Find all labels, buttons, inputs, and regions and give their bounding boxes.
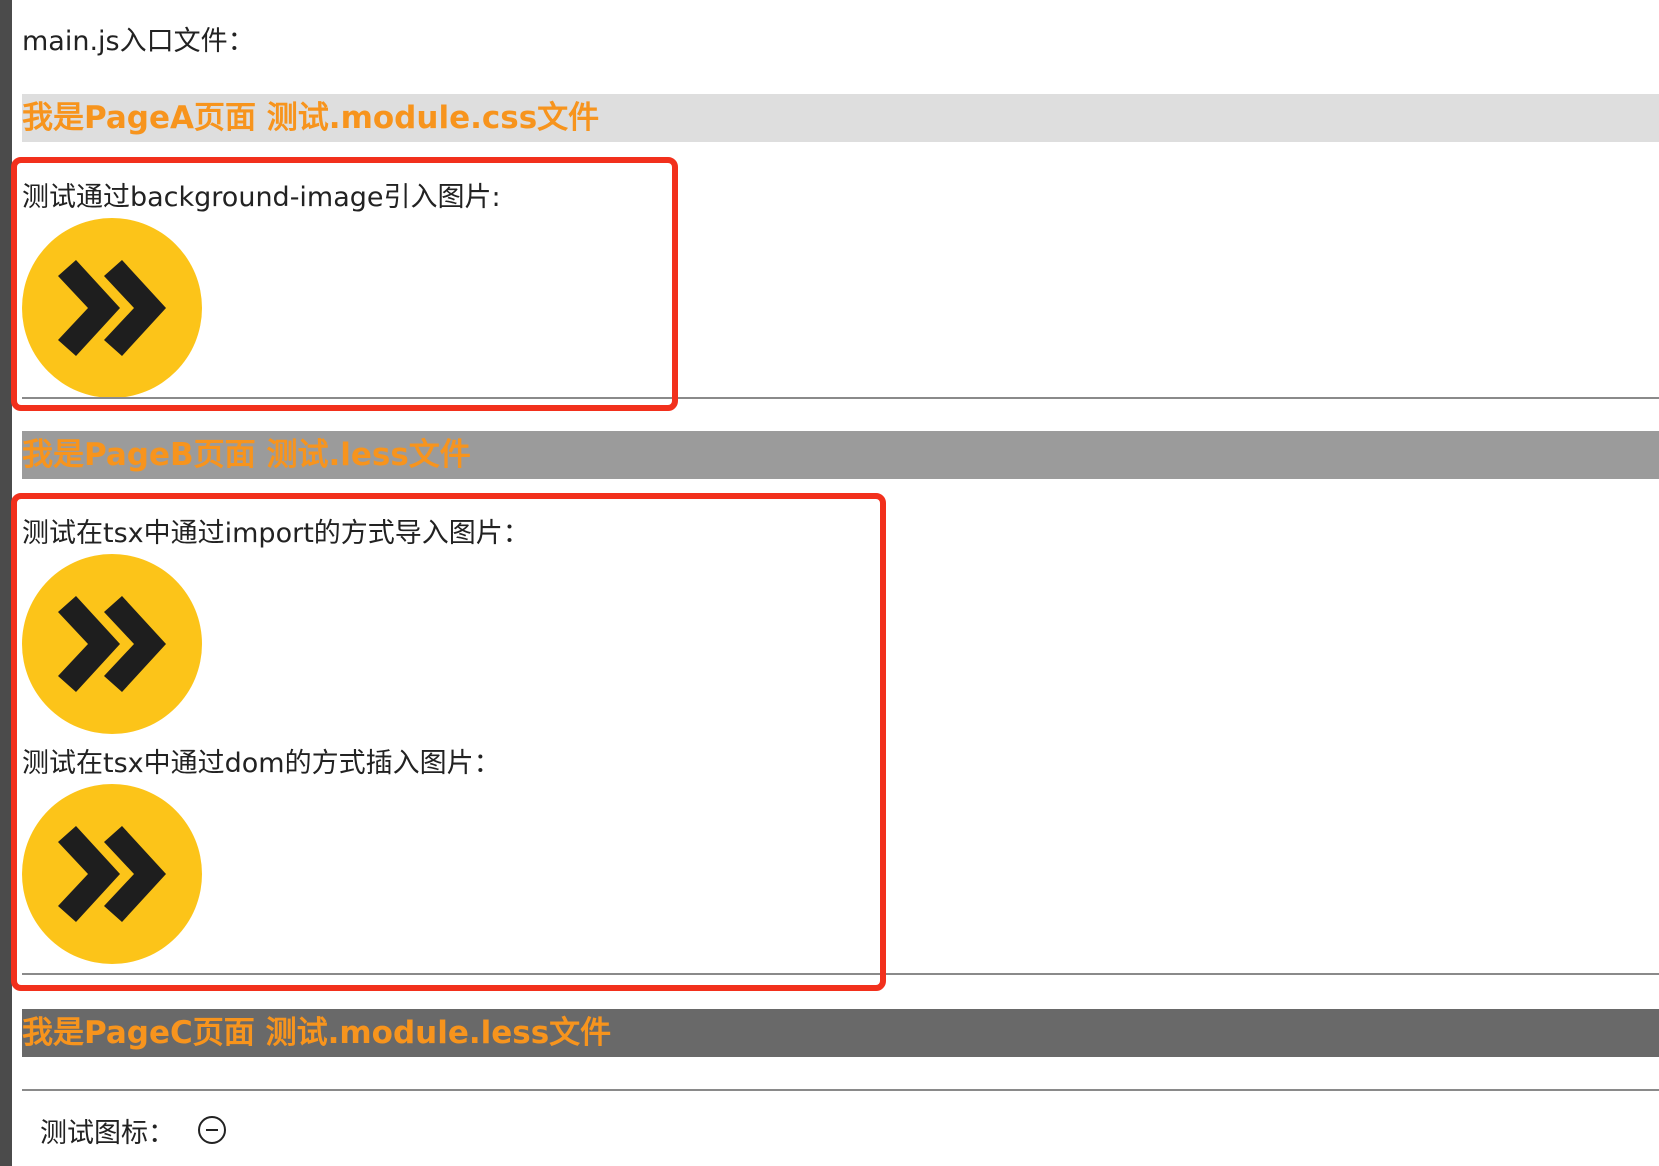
page: main.js入口文件： 我是PageA页面 测试.module.css文件 测…	[0, 0, 1659, 1166]
test-icon-row: 测试图标：	[40, 1110, 227, 1150]
circle-minus-icon[interactable]	[197, 1115, 227, 1145]
highlight-box-page-a	[11, 157, 678, 411]
section-c-divider	[22, 1089, 1659, 1091]
page-b-header: 我是PageB页面 测试.less文件	[22, 431, 1659, 479]
highlight-box-page-b	[11, 493, 886, 991]
page-a-header: 我是PageA页面 测试.module.css文件	[22, 94, 1659, 142]
test-icon-label: 测试图标：	[40, 1117, 175, 1149]
page-c-header: 我是PageC页面 测试.module.less文件	[22, 1009, 1659, 1057]
main-entry-title: main.js入口文件：	[22, 26, 255, 57]
